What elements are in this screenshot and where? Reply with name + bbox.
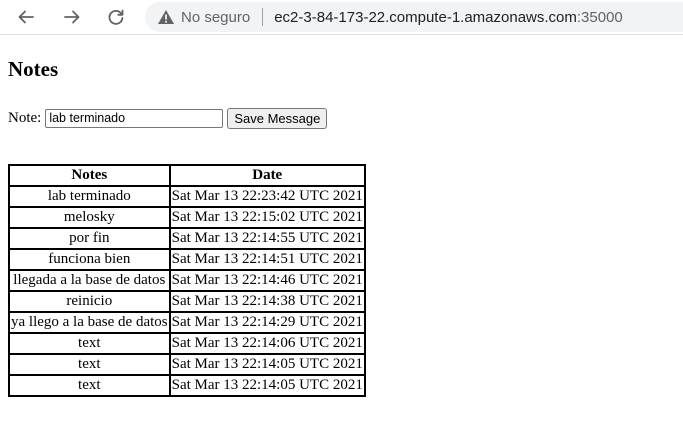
note-input[interactable]: [45, 108, 224, 128]
date-cell: Sat Mar 13 22:14:38 UTC 2021: [169, 291, 365, 312]
date-cell: Sat Mar 13 22:14:05 UTC 2021: [169, 354, 365, 375]
save-message-button[interactable]: Save Message: [227, 107, 328, 129]
note-cell: text: [9, 333, 170, 354]
table-row: melosky Sat Mar 13 22:15:02 UTC 2021: [9, 207, 365, 228]
column-header-notes: Notes: [9, 165, 170, 186]
column-header-date: Date: [169, 165, 365, 186]
date-cell: Sat Mar 13 22:14:55 UTC 2021: [169, 228, 365, 249]
note-cell: llegada a la base de datos: [9, 270, 170, 291]
note-form: Note: Save Message: [8, 107, 366, 129]
table-row: reinicio Sat Mar 13 22:14:38 UTC 2021: [9, 291, 365, 312]
table-row: text Sat Mar 13 22:14:05 UTC 2021: [9, 354, 365, 375]
table-row: lab terminado Sat Mar 13 22:23:42 UTC 20…: [9, 186, 365, 207]
note-cell: lab terminado: [9, 186, 170, 207]
note-cell: text: [9, 354, 170, 375]
table-row: llegada a la base de datos Sat Mar 13 22…: [9, 270, 365, 291]
note-cell: funciona bien: [9, 249, 170, 270]
note-cell: por fin: [9, 228, 170, 249]
note-cell: reinicio: [9, 291, 170, 312]
address-divider: [262, 8, 264, 26]
page-content: Notes Note: Save Message Notes Date lab …: [8, 35, 366, 397]
table-row: ya llego a la base de datos Sat Mar 13 2…: [9, 312, 365, 333]
forward-arrow-icon[interactable]: [60, 5, 84, 29]
table-row: por fin Sat Mar 13 22:14:55 UTC 2021: [9, 228, 365, 249]
browser-toolbar: No seguro ec2-3-84-173-22.compute-1.amaz…: [0, 0, 683, 35]
note-cell: melosky: [9, 207, 170, 228]
url-port: :35000: [576, 8, 623, 26]
note-cell: text: [9, 375, 170, 396]
page-title: Notes: [8, 57, 59, 81]
date-cell: Sat Mar 13 22:14:06 UTC 2021: [169, 333, 365, 354]
notes-table: Notes Date lab terminado Sat Mar 13 22:2…: [8, 164, 366, 397]
table-row: text Sat Mar 13 22:14:06 UTC 2021: [9, 333, 365, 354]
date-cell: Sat Mar 13 22:23:42 UTC 2021: [169, 186, 365, 207]
warning-triangle-icon[interactable]: [157, 9, 175, 25]
note-label: Note:: [8, 109, 42, 126]
date-cell: Sat Mar 13 22:14:46 UTC 2021: [169, 270, 365, 291]
table-row: funciona bien Sat Mar 13 22:14:51 UTC 20…: [9, 249, 365, 270]
date-cell: Sat Mar 13 22:15:02 UTC 2021: [169, 207, 365, 228]
address-bar[interactable]: No seguro ec2-3-84-173-22.compute-1.amaz…: [145, 2, 683, 32]
date-cell: Sat Mar 13 22:14:29 UTC 2021: [169, 312, 365, 333]
security-label[interactable]: No seguro: [181, 9, 250, 26]
table-header-row: Notes Date: [9, 165, 365, 186]
back-arrow-icon[interactable]: [14, 5, 38, 29]
note-cell: ya llego a la base de datos: [9, 312, 170, 333]
reload-icon[interactable]: [104, 5, 128, 29]
table-row: text Sat Mar 13 22:14:05 UTC 2021: [9, 375, 365, 396]
date-cell: Sat Mar 13 22:14:05 UTC 2021: [169, 375, 365, 396]
date-cell: Sat Mar 13 22:14:51 UTC 2021: [169, 249, 365, 270]
url-host: ec2-3-84-173-22.compute-1.amazonaws.com: [274, 8, 577, 26]
